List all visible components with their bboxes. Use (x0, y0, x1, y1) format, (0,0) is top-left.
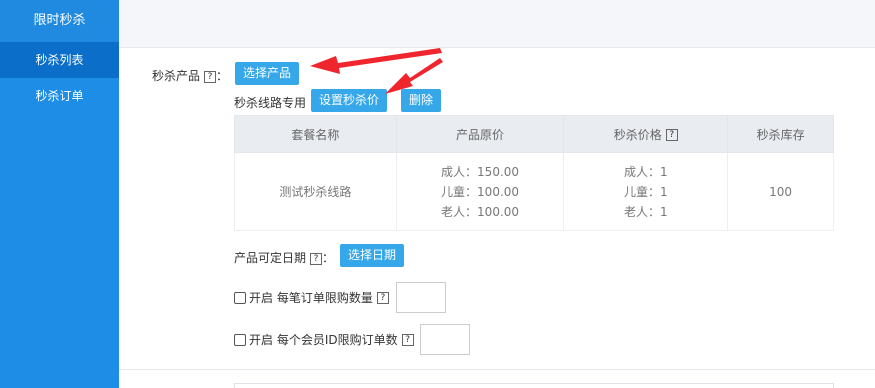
help-icon[interactable]: ? (310, 252, 323, 265)
sidebar: 限时秒杀 秒杀列表 秒杀订单 (0, 0, 119, 388)
product-label-row: 秒杀产品?： (152, 67, 228, 84)
enable-label: 开启 (249, 291, 274, 305)
route-only-label: 秒杀线路专用 (234, 96, 307, 110)
table-header-row: 套餐名称 产品原价 秒杀价格? 秒杀库存 (234, 115, 834, 153)
sidebar-item-seckill-orders[interactable]: 秒杀订单 (0, 78, 119, 114)
main-content: 秒杀产品?： 选择产品 秒杀线路专用 设置秒杀价 删除 套餐名称 产品原价 秒杀… (119, 0, 875, 388)
delete-button[interactable]: 删除 (401, 89, 442, 112)
divider (119, 369, 875, 370)
sidebar-title: 限时秒杀 (0, 0, 119, 42)
colon: ： (322, 251, 335, 265)
per-order-limit-checkbox[interactable] (234, 291, 246, 304)
help-icon[interactable]: ? (204, 70, 217, 83)
table-row: 测试秒杀线路 成人：150.00 儿童：100.00 老人：100.00 成人：… (234, 152, 834, 231)
seckill-price-child: 儿童：1 (623, 184, 668, 199)
per-member-limit-label: 每个会员ID限购订单数 (276, 333, 398, 347)
header-package-name: 套餐名称 (234, 115, 397, 153)
per-member-limit-checkbox[interactable] (234, 333, 246, 346)
per-member-limit-row: 开启 每个会员ID限购订单数? (234, 331, 414, 348)
date-label-row: 产品可定日期?： (234, 249, 334, 266)
date-label: 产品可定日期 (234, 251, 307, 265)
help-icon[interactable]: ? (665, 129, 678, 141)
next-section-box (234, 383, 834, 388)
original-price-senior: 老人：100.00 (441, 204, 520, 219)
seckill-price-senior: 老人：1 (623, 204, 668, 219)
original-price-adult: 成人：150.00 (441, 164, 520, 179)
header-seckill-price: 秒杀价格? (563, 115, 729, 153)
top-bar (119, 0, 875, 48)
help-icon[interactable]: ? (401, 333, 414, 346)
per-order-limit-row: 开启 每笔订单限购数量? (234, 289, 389, 306)
cell-original-price: 成人：150.00 儿童：100.00 老人：100.00 (395, 152, 565, 231)
sidebar-item-seckill-list[interactable]: 秒杀列表 (0, 42, 119, 78)
cell-seckill-price: 成人：1 儿童：1 老人：1 (563, 152, 729, 231)
per-order-limit-label: 每笔订单限购数量 (276, 291, 373, 305)
select-product-button[interactable]: 选择产品 (235, 62, 300, 85)
seckill-price-adult: 成人：1 (623, 164, 668, 179)
header-original-price: 产品原价 (395, 115, 565, 153)
header-seckill-stock: 秒杀库存 (727, 115, 834, 153)
package-table: 套餐名称 产品原价 秒杀价格? 秒杀库存 测试秒杀线路 成人：150.00 儿童… (234, 115, 834, 231)
per-order-limit-input[interactable] (396, 282, 446, 313)
product-label: 秒杀产品 (152, 69, 201, 83)
set-seckill-price-button[interactable]: 设置秒杀价 (311, 89, 388, 112)
original-price-child: 儿童：100.00 (441, 184, 520, 199)
select-date-button[interactable]: 选择日期 (340, 244, 405, 267)
colon: ： (216, 69, 229, 83)
help-icon[interactable]: ? (376, 291, 389, 304)
cell-package-name: 测试秒杀线路 (234, 152, 397, 231)
enable-label: 开启 (249, 333, 274, 347)
cell-stock: 100 (727, 152, 834, 231)
per-member-limit-input[interactable] (420, 324, 470, 355)
